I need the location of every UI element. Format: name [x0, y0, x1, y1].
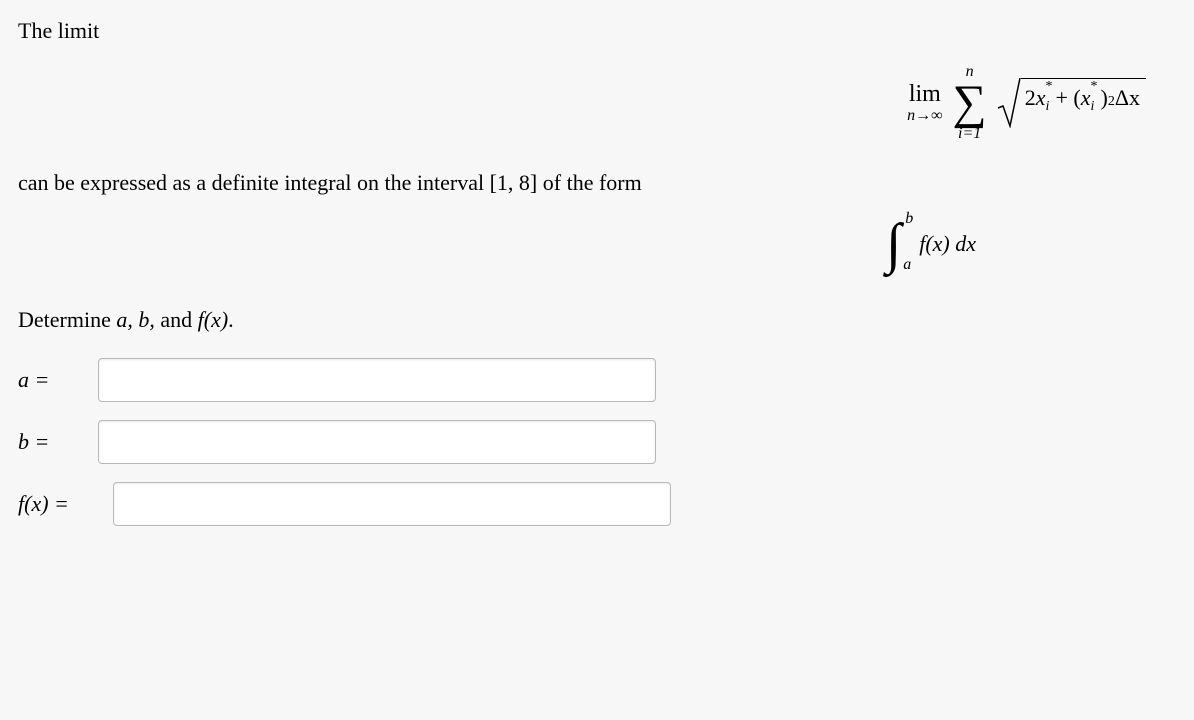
- sqrt-content: 2 x * i + ( x * i ) 2 Δx: [1021, 78, 1146, 113]
- a-label: a =: [18, 367, 98, 393]
- integral-formula: b ∫ a f(x) dx: [18, 216, 1176, 272]
- fx-label: f(x) =: [18, 491, 113, 517]
- integral-symbol: ∫: [886, 216, 901, 272]
- sum-lower-limit: i=1: [958, 126, 981, 142]
- fx-input[interactable]: [113, 482, 671, 526]
- lim-word: lim: [909, 82, 941, 106]
- integral-expression: f(x) dx: [919, 231, 976, 257]
- b-label: b =: [18, 429, 98, 455]
- lim-subscript: n→∞: [907, 108, 942, 124]
- a-input[interactable]: [98, 358, 656, 402]
- determine-prompt: Determine a, b, and f(x).: [18, 307, 1176, 333]
- sqrt-symbol: [997, 78, 1021, 128]
- integral-lower: a: [903, 256, 911, 274]
- limit-formula: lim n→∞ n ∑ i=1 2 x * i + (: [18, 64, 1176, 142]
- b-input[interactable]: [98, 420, 656, 464]
- integral-upper: b: [905, 210, 913, 228]
- description-text: can be expressed as a definite integral …: [18, 170, 1176, 196]
- intro-text: The limit: [18, 18, 1176, 44]
- sigma-symbol: ∑: [953, 84, 987, 122]
